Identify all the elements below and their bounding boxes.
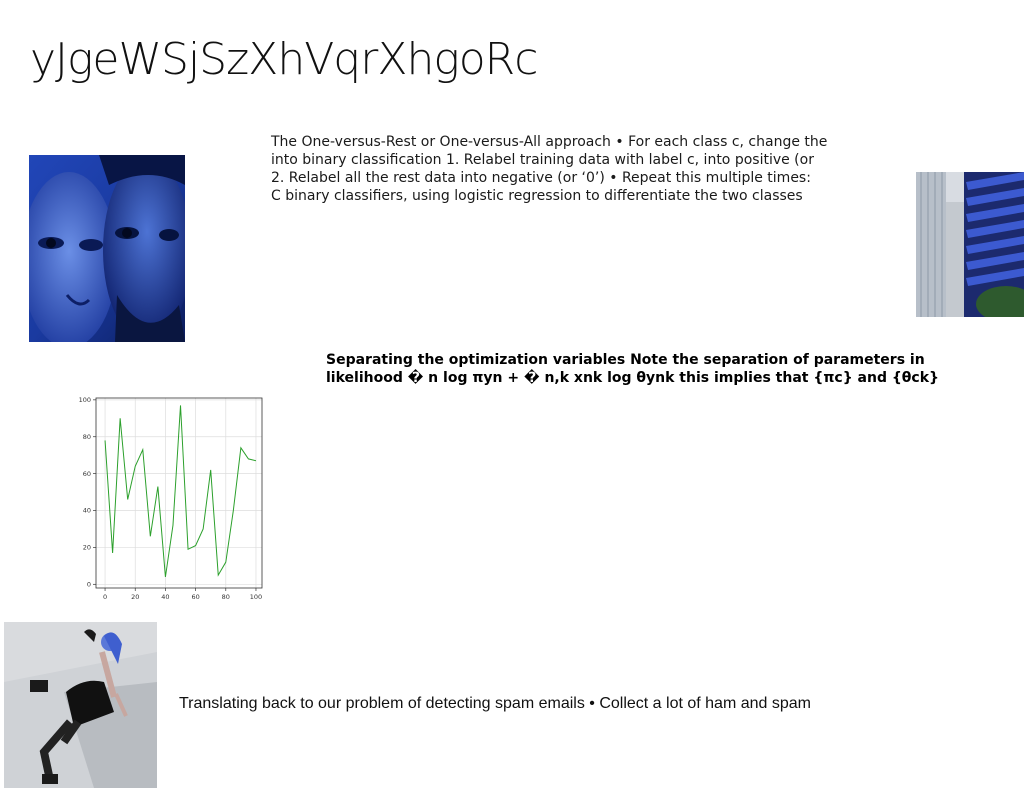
text-line: Separating the optimization variables No… (326, 352, 925, 368)
text-line: 2. Relabel all the rest data into negati… (271, 170, 811, 186)
paragraph-one-vs-rest: The One-versus-Rest or One-versus-All ap… (271, 133, 861, 205)
text-line: likelihood � n log πyn + � n,k xnk log θ… (326, 370, 939, 386)
x-tick-label: 40 (161, 593, 169, 601)
text-line: The One-versus-Rest or One-versus-All ap… (271, 134, 828, 150)
x-tick-label: 80 (222, 593, 230, 601)
line-chart: 0 20 40 60 80 100 0 20 40 60 80 100 (66, 392, 268, 602)
x-tick-label: 0 (103, 593, 107, 601)
paragraph-optimization: Separating the optimization variables No… (326, 351, 986, 387)
x-tick-label: 20 (131, 593, 139, 601)
x-tick-label: 100 (250, 593, 262, 601)
text-line: into binary classification 1. Relabel tr… (271, 152, 814, 168)
faces-image (29, 155, 185, 342)
line-chart-svg: 0 20 40 60 80 100 0 20 40 60 80 100 (79, 396, 263, 601)
text-line: C binary classifiers, using logistic reg… (271, 188, 803, 204)
y-tick-label: 20 (83, 544, 91, 552)
y-tick-label: 40 (83, 507, 91, 515)
y-tick-label: 60 (83, 470, 91, 478)
building-image (916, 172, 1024, 317)
paragraph-spam: Translating back to our problem of detec… (179, 695, 811, 712)
y-tick-label: 0 (87, 581, 91, 589)
y-tick-label: 100 (79, 396, 91, 404)
slide-title: yJgeWSjSzXhVqrXhgoRc (30, 34, 538, 85)
series-line (104, 405, 257, 578)
person-photo (4, 622, 157, 788)
y-tick-label: 80 (83, 433, 91, 441)
x-tick-label: 60 (191, 593, 199, 601)
